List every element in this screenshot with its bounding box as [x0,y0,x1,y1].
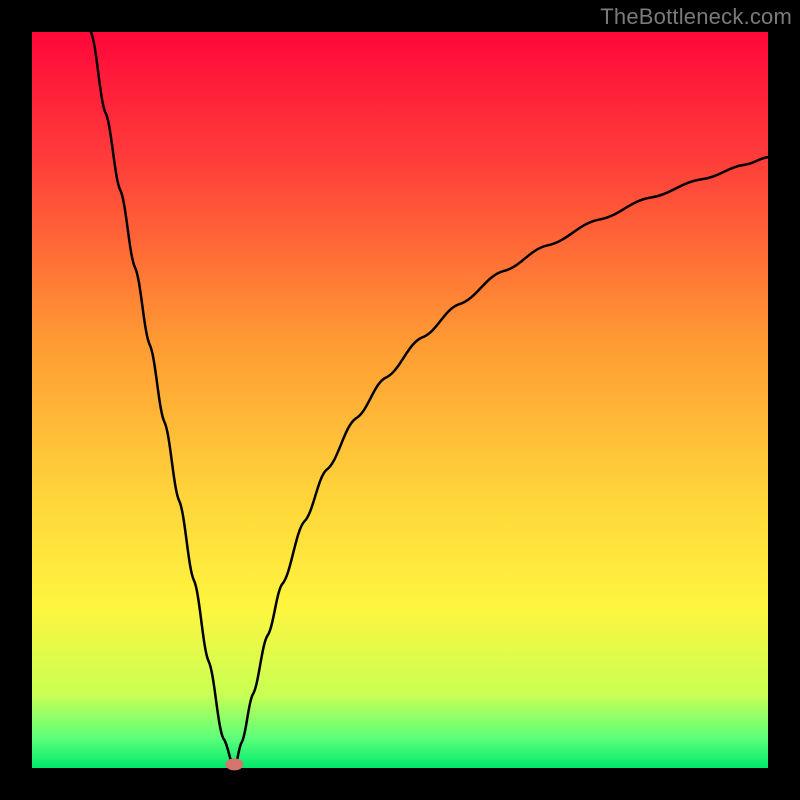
watermark-label: TheBottleneck.com [600,4,792,30]
plot-background [32,32,768,768]
optimum-marker [225,758,243,770]
bottleneck-chart [0,0,800,800]
chart-frame: TheBottleneck.com [0,0,800,800]
